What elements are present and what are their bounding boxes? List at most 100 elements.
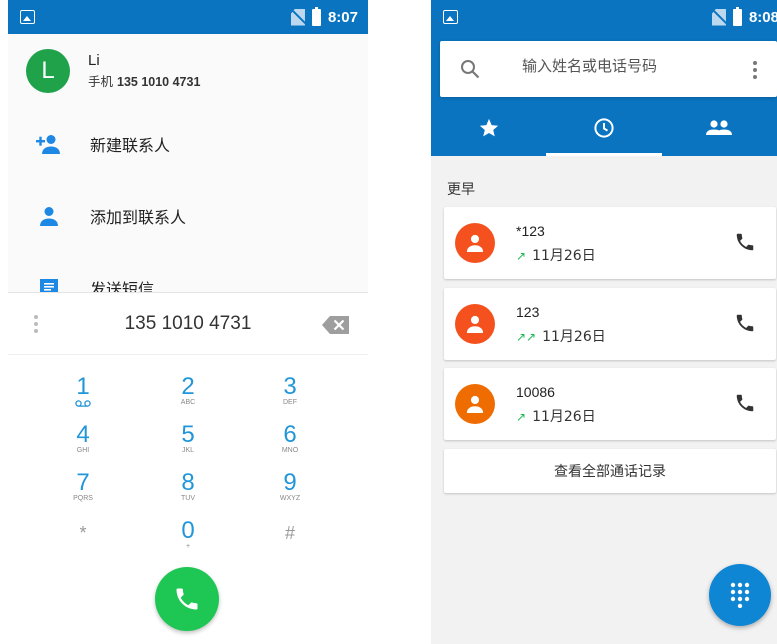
key-8[interactable]: 8 TUV (148, 471, 228, 503)
key-letters: MNO (281, 447, 299, 454)
status-time: 8:08 (748, 8, 777, 26)
key-digit: 8 (181, 469, 195, 496)
contact-number-line: 手机 135 1010 4731 (88, 71, 200, 90)
key-digit: 6 (283, 421, 297, 448)
key-letters: DEF (283, 399, 297, 406)
tab-recents[interactable] (546, 100, 662, 156)
key-digit: 2 (181, 373, 195, 400)
key-6[interactable]: 6 MNO (250, 423, 330, 455)
key-letters: + (185, 543, 191, 550)
matched-contact[interactable]: L Li 手机 135 1010 4731 (8, 34, 368, 108)
key-hash[interactable]: # (250, 521, 330, 545)
key-0[interactable]: 0 + (148, 519, 228, 551)
status-bar: 8:07 (8, 0, 368, 34)
people-icon (706, 120, 733, 135)
caller-avatar (455, 223, 495, 263)
key-letters: GHI (76, 447, 90, 454)
more-options-icon[interactable] (753, 61, 757, 79)
voicemail-icon (75, 400, 91, 407)
person-icon (466, 234, 484, 252)
outgoing-call-icon: ↗↗ (516, 330, 537, 344)
call-details: ↗↗ 11月26日 (516, 326, 606, 346)
caller-name: 123 (516, 304, 540, 320)
contact-name: Li (88, 52, 100, 69)
call-date: 11月26日 (532, 409, 596, 425)
call-details: ↗ 11月26日 (516, 406, 596, 426)
outgoing-call-icon: ↗ (516, 410, 527, 424)
key-digit: 9 (283, 469, 297, 496)
no-sim-icon (290, 8, 305, 26)
key-4[interactable]: 4 GHI (43, 423, 123, 455)
call-details: ↗ 11月26日 (516, 245, 596, 265)
dialpad-panel: 135 1010 4731 1 2 ABC 3 DEF 4 GHI 5 JKL … (8, 292, 368, 644)
person-icon (466, 395, 484, 413)
app-header (431, 34, 777, 156)
section-header: 更早 (447, 182, 475, 198)
dialpad-fab[interactable] (709, 564, 771, 626)
key-digit: 1 (76, 373, 90, 400)
search-input[interactable] (522, 57, 722, 75)
battery-icon (732, 6, 742, 26)
key-digit: * (79, 523, 87, 543)
phone-icon[interactable] (734, 312, 756, 338)
battery-icon (311, 6, 321, 26)
call-button[interactable] (155, 567, 219, 631)
backspace-icon[interactable] (322, 315, 350, 335)
call-date: 11月26日 (532, 248, 596, 264)
keypad: 1 2 ABC 3 DEF 4 GHI 5 JKL 6 MNO 7 PQRS 8… (8, 355, 368, 575)
person-add-icon (36, 131, 62, 157)
caller-avatar (455, 304, 495, 344)
overflow-menu-icon[interactable] (34, 315, 38, 333)
digits-row: 135 1010 4731 (8, 293, 368, 355)
person-icon (36, 203, 62, 229)
person-icon (466, 315, 484, 333)
key-letters: TUV (181, 495, 195, 502)
outgoing-call-icon: ↗ (516, 249, 527, 263)
key-1[interactable]: 1 (43, 375, 123, 407)
number-type-label: 手机 (88, 74, 114, 89)
caller-name: *123 (516, 223, 545, 239)
phone-icon[interactable] (734, 392, 756, 418)
tab-favorites[interactable] (431, 100, 546, 156)
add-to-contact-action[interactable]: 添加到联系人 (8, 180, 368, 252)
no-sim-icon (711, 8, 726, 26)
new-contact-action[interactable]: 新建联系人 (8, 108, 368, 180)
key-star[interactable]: * (43, 521, 123, 545)
gallery-notification-icon (443, 10, 458, 24)
key-2[interactable]: 2 ABC (148, 375, 228, 407)
dialer-screen: 8:07 L Li 手机 135 1010 4731 新建联系人 添加到联系人 … (8, 0, 368, 644)
clock-icon (594, 118, 614, 138)
gallery-notification-icon (20, 10, 35, 24)
search-bar[interactable] (440, 41, 777, 97)
key-digit: 5 (181, 421, 195, 448)
phone-icon[interactable] (734, 231, 756, 257)
tab-bar (431, 100, 777, 156)
tab-contacts[interactable] (662, 100, 777, 156)
key-9[interactable]: 9 WXYZ (250, 471, 330, 503)
key-7[interactable]: 7 PQRS (43, 471, 123, 503)
view-all-calls-button[interactable]: 查看全部通话记录 (444, 449, 776, 493)
phone-icon (176, 588, 198, 610)
key-letters: WXYZ (279, 495, 301, 502)
call-log-entry[interactable]: *123 ↗ 11月26日 (444, 207, 776, 279)
status-time: 8:07 (327, 8, 358, 26)
key-3[interactable]: 3 DEF (250, 375, 330, 407)
key-letters: JKL (181, 447, 195, 454)
status-bar: 8:08 (431, 0, 777, 34)
add-to-contact-label: 添加到联系人 (90, 208, 187, 227)
star-icon (479, 118, 498, 137)
key-5[interactable]: 5 JKL (148, 423, 228, 455)
key-digit: # (284, 523, 295, 543)
caller-name: 10086 (516, 384, 555, 400)
contact-avatar: L (26, 49, 70, 93)
key-digit: 3 (283, 373, 297, 400)
key-digit: 0 (181, 517, 195, 544)
key-digit: 4 (76, 421, 90, 448)
call-log-entry[interactable]: 10086 ↗ 11月26日 (444, 368, 776, 440)
key-letters: ABC (180, 399, 196, 406)
dialed-digits[interactable]: 135 1010 4731 (8, 313, 368, 335)
key-digit: 7 (76, 469, 90, 496)
caller-avatar (455, 384, 495, 424)
call-log-entry[interactable]: 123 ↗↗ 11月26日 (444, 288, 776, 360)
dialpad-icon (730, 582, 750, 608)
